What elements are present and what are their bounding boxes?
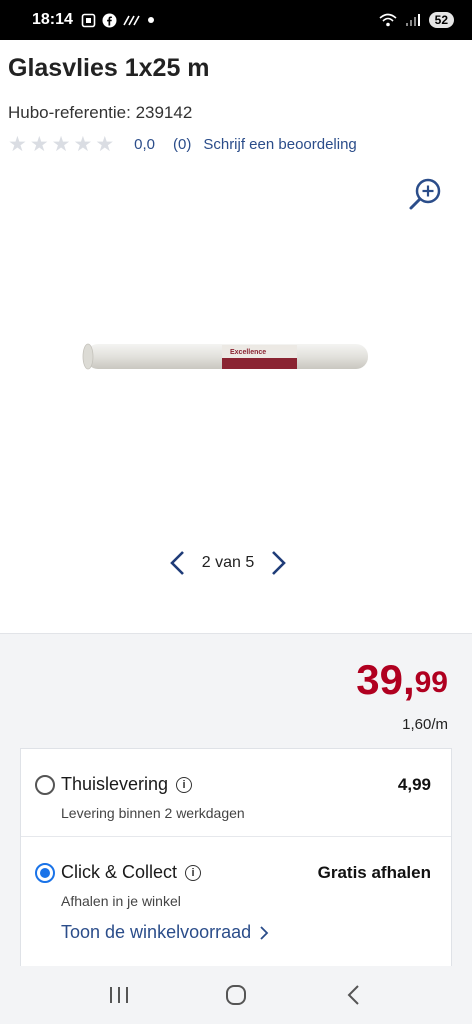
click-collect-price: Gratis afhalen	[317, 863, 431, 882]
recent-apps-icon	[109, 987, 128, 1003]
delivery-option-label: Thuislevering i	[61, 774, 193, 795]
rating-row: ★ ★ ★ ★ ★ 0,0 (0) Schrijf een beoordelin…	[8, 134, 357, 155]
star-icon: ★	[95, 133, 115, 156]
status-time: 18:14	[32, 11, 73, 28]
product-image[interactable]: Excellence	[72, 336, 372, 376]
price-main: 39,	[356, 656, 415, 703]
pager-text: 2 van 5	[201, 554, 255, 571]
gallery-pager: 2 van 5	[168, 548, 288, 578]
rating-count[interactable]: (0)	[173, 136, 191, 153]
store-stock-link-label: Toon de winkelvoorraad	[61, 922, 252, 942]
rating-value: 0,0	[134, 136, 155, 153]
click-collect-label: Click & Collect	[61, 862, 178, 882]
activity-icon	[123, 15, 140, 26]
wifi-icon	[379, 13, 397, 27]
star-icon: ★	[51, 133, 71, 156]
star-icon: ★	[29, 133, 49, 156]
screenshot-icon	[81, 13, 96, 27]
info-icon[interactable]: i	[176, 776, 193, 793]
unit-price: 1,60/m	[402, 716, 448, 733]
battery-indicator: 52	[428, 12, 454, 28]
notification-dot	[147, 17, 154, 23]
system-nav-bar	[0, 966, 472, 1024]
star-icon: ★	[73, 133, 93, 156]
home-delivery-price: 4,99	[397, 775, 431, 794]
facebook-icon	[102, 13, 117, 27]
price-decimals: 99	[414, 666, 448, 699]
status-bar: 18:14 52	[0, 0, 472, 40]
delivery-option-click-collect[interactable]: Click & Collect i Afhalen in je winkel G…	[21, 837, 451, 987]
chevron-right-icon	[260, 925, 269, 940]
home-button[interactable]	[216, 975, 256, 1015]
product-reference: Hubo-referentie: 239142	[8, 103, 193, 122]
star-icon: ★	[8, 133, 27, 156]
radio-click-collect[interactable]	[35, 863, 55, 883]
delivery-options: Thuislevering i Levering binnen 2 werkda…	[20, 748, 452, 988]
rating-stars: ★ ★ ★ ★ ★	[8, 134, 114, 155]
click-collect-sub: Afhalen in je winkel	[61, 893, 181, 909]
chevron-left-icon[interactable]	[168, 549, 186, 577]
back-icon	[347, 985, 360, 1005]
radio-home-delivery[interactable]	[35, 775, 55, 795]
product-title: Glasvlies 1x25 m	[8, 54, 210, 82]
home-delivery-sub: Levering binnen 2 werkdagen	[61, 805, 245, 821]
home-icon	[225, 985, 246, 1005]
recent-apps-button[interactable]	[99, 975, 139, 1015]
delivery-option-label: Click & Collect i	[61, 862, 202, 883]
zoom-in-icon[interactable]	[408, 176, 444, 212]
product-image-label: Excellence	[230, 349, 266, 356]
info-icon[interactable]: i	[185, 864, 202, 881]
price: 39, 99	[356, 659, 448, 701]
store-stock-link[interactable]: Toon de winkelvoorraad	[61, 922, 269, 943]
back-button[interactable]	[333, 975, 373, 1015]
home-delivery-label: Thuislevering	[61, 774, 169, 794]
delivery-option-home[interactable]: Thuislevering i Levering binnen 2 werkda…	[21, 749, 451, 837]
status-right: 52	[379, 12, 454, 28]
status-icons-left	[81, 13, 155, 28]
signal-icon	[405, 14, 420, 26]
write-review-link[interactable]: Schrijf een beoordeling	[203, 136, 356, 153]
chevron-right-icon[interactable]	[270, 549, 288, 577]
